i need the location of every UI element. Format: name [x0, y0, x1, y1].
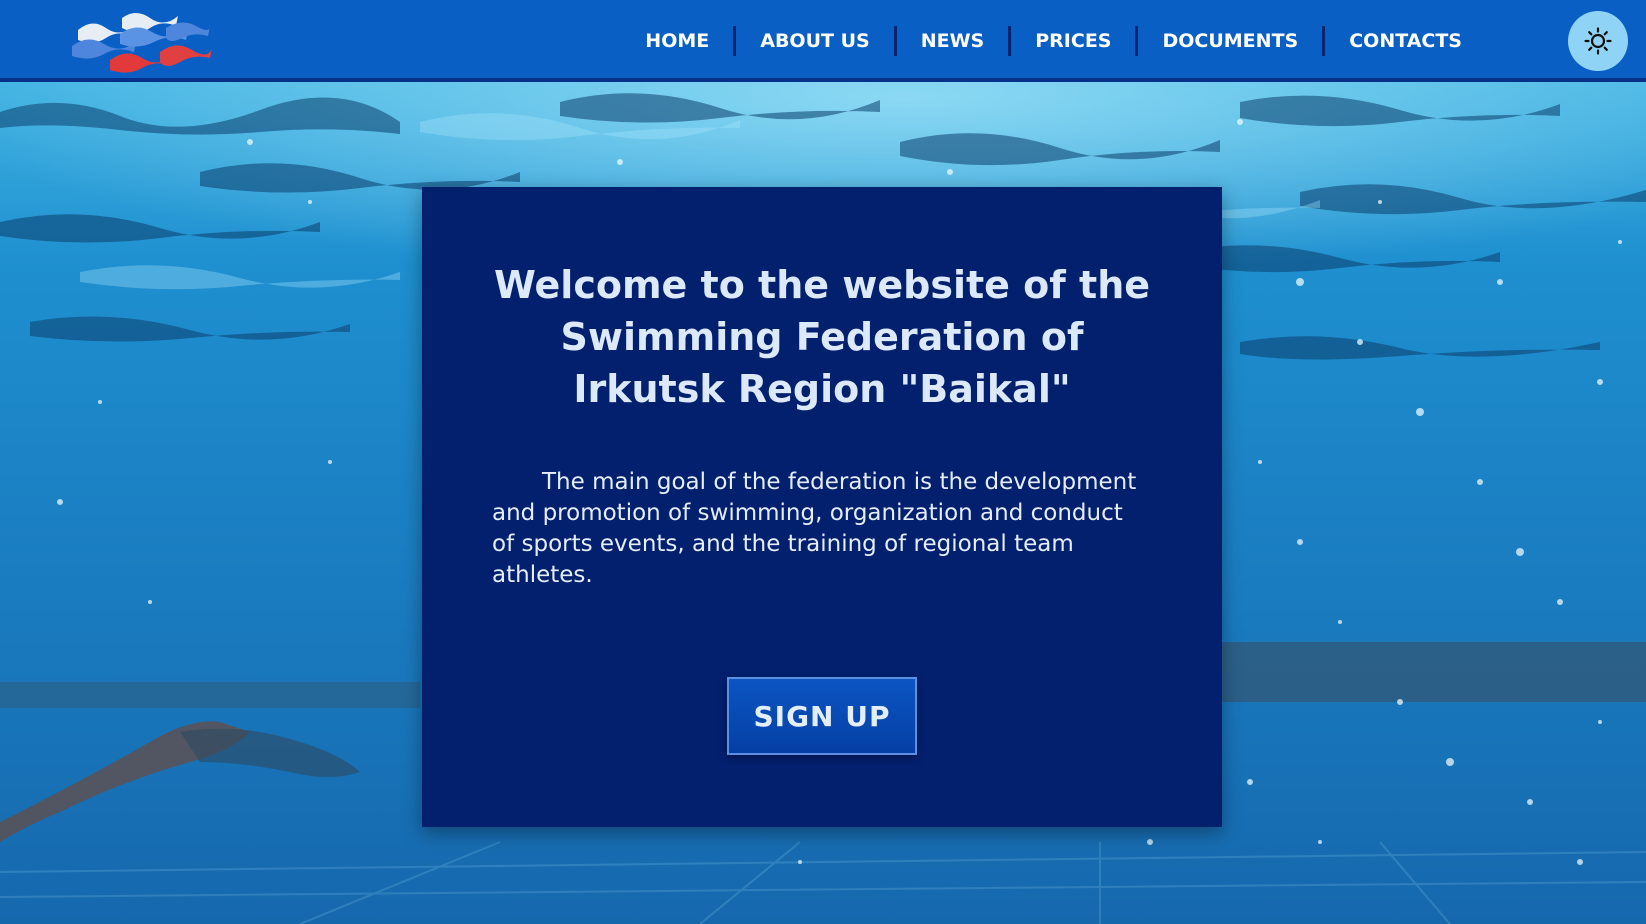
page-title: Welcome to the website of the Swimming F… — [493, 263, 1151, 411]
federation-goal-text: The main goal of the federation is the d… — [492, 469, 1137, 588]
nav-prices[interactable]: PRICES — [1011, 26, 1135, 56]
flag-waves-icon — [72, 13, 212, 73]
theme-toggle-button[interactable] — [1568, 11, 1628, 71]
nav-home[interactable]: HOME — [621, 26, 733, 56]
nav-contacts[interactable]: CONTACTS — [1325, 26, 1486, 56]
site-header: HOME ABOUT US NEWS PRICES DOCUMENTS CONT… — [0, 0, 1646, 82]
nav-about-us[interactable]: ABOUT US — [736, 26, 893, 56]
main-nav: HOME ABOUT US NEWS PRICES DOCUMENTS CONT… — [621, 0, 1486, 82]
nav-news[interactable]: NEWS — [897, 26, 1009, 56]
page: HOME ABOUT US NEWS PRICES DOCUMENTS CONT… — [0, 0, 1646, 924]
sign-up-button[interactable]: SIGN UP — [727, 677, 917, 755]
federation-logo[interactable] — [70, 8, 214, 78]
nav-documents[interactable]: DOCUMENTS — [1138, 26, 1322, 56]
welcome-card: Welcome to the website of the Swimming F… — [422, 187, 1222, 827]
sun-icon — [1584, 27, 1612, 55]
